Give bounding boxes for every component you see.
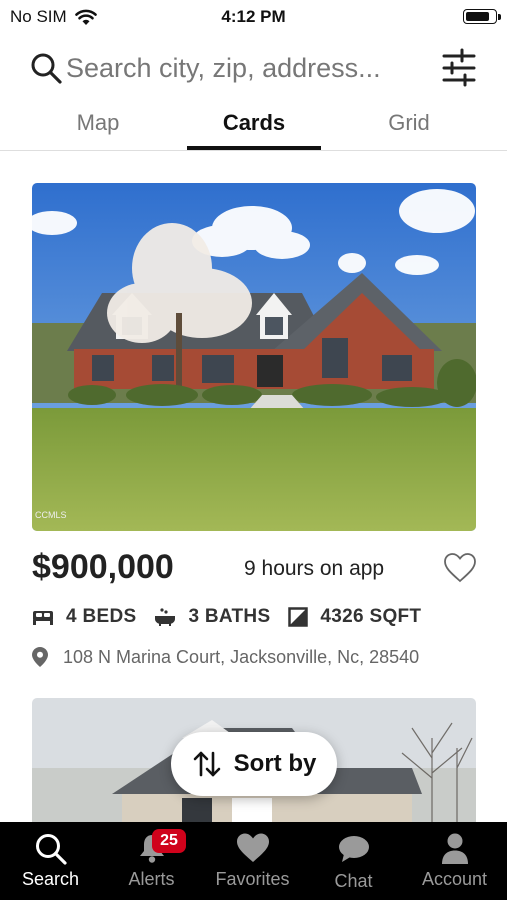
beds-label: 4 BEDS [66,606,137,627]
sqft-spec: 4326 SQFT [288,606,421,628]
sort-arrows-icon [193,751,220,777]
active-tab-indicator [187,146,321,150]
bathtub-icon [155,608,176,626]
baths-label: 3 BATHS [188,606,271,627]
search-icon [31,53,62,84]
nav-account[interactable]: Account [404,822,505,900]
nav-search[interactable]: Search [0,822,101,900]
location-pin-icon [32,647,48,667]
sort-label: Sort by [233,750,317,777]
sort-button[interactable]: Sort by [171,732,337,796]
bottom-nav: Search Alerts Favorites Chat Account [0,822,507,900]
nav-favorites[interactable]: Favorites [202,822,303,900]
address-text: 108 N Marina Court, Jacksonville, Nc, 28… [63,646,420,667]
favorite-heart-icon[interactable] [443,552,477,584]
listing-price: $900,000 [32,548,174,586]
battery-fill [466,12,489,21]
battery-icon [463,9,501,24]
tab-grid[interactable]: Grid [364,110,454,136]
sqft-label: 4326 SQFT [320,606,422,627]
area-icon [288,607,309,627]
chat-icon [338,836,369,862]
nav-chat[interactable]: Chat [303,822,404,900]
status-time: 4:12 PM [221,7,286,26]
nav-search-label: Search [21,869,80,889]
search-input[interactable] [66,48,428,88]
listing-address: 108 N Marina Court, Jacksonville, Nc, 28… [32,644,419,670]
person-icon [441,833,468,864]
search-icon [35,834,67,865]
house-photo-image: CCMLS [32,183,476,531]
alerts-badge: 25 [152,829,186,853]
bed-icon [33,611,53,625]
time-on-app: 9 hours on app [244,557,385,580]
view-tabs: Map Cards Grid [0,102,507,151]
filter-sliders-icon[interactable] [440,48,478,88]
tab-map[interactable]: Map [52,110,144,136]
photo-watermark: CCMLS [35,510,67,520]
beds-spec: 4 BEDS [32,606,136,628]
tab-cards[interactable]: Cards [187,110,321,136]
status-bar: No SIM 4:12 PM [0,0,507,34]
nav-favorites-label: Favorites [215,869,290,889]
nav-chat-label: Chat [334,871,373,891]
listing-specs: 4 BEDS 3 BATHS 4326 SQFT [32,602,439,632]
baths-spec: 3 BATHS [154,606,270,628]
search-bar [0,40,507,96]
nav-alerts-label: Alerts [128,869,175,889]
listing-photo[interactable]: CCMLS [32,183,476,531]
heart-icon [236,833,269,862]
nav-account-label: Account [421,869,488,889]
